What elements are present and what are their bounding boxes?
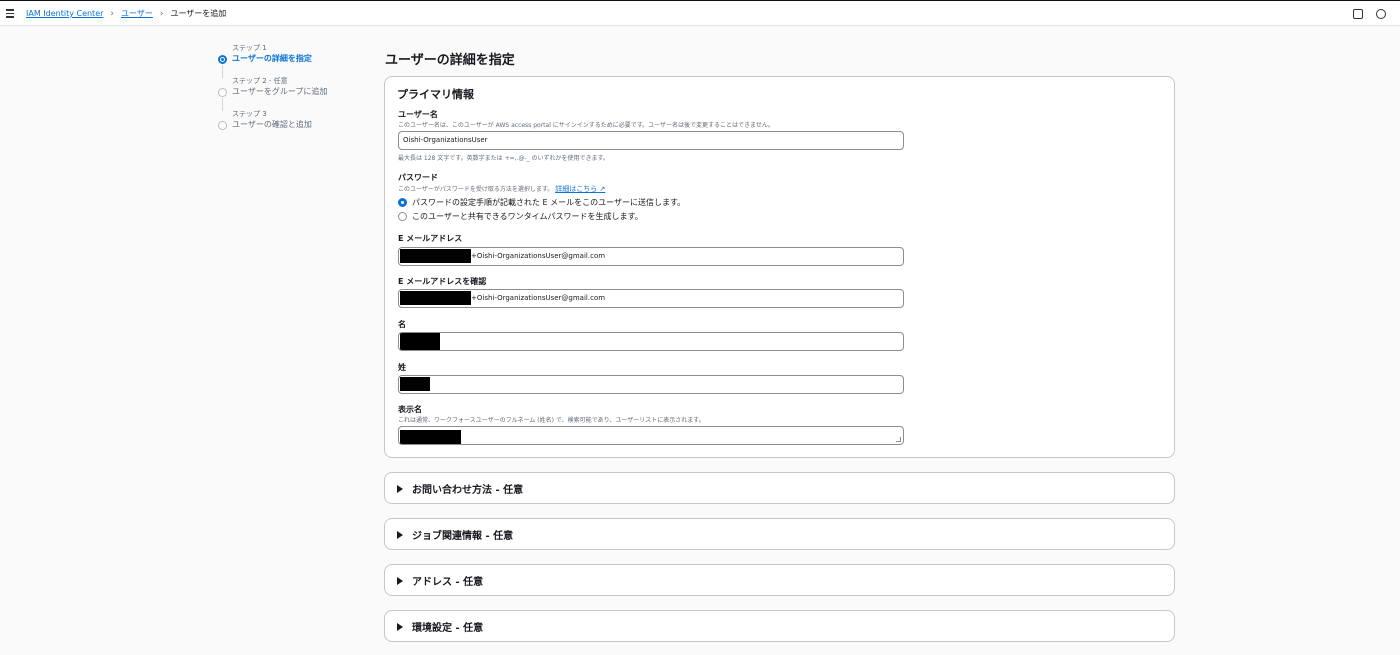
- top-navigation: IAM Identity Center › ユーザー › ユーザーを追加: [0, 0, 1400, 26]
- password-description-text: このユーザーがパスワードを受け取る方法を選択します。: [398, 186, 554, 193]
- email-confirm-input[interactable]: +Oishi-OrganizationsUser@gmail.com: [398, 289, 904, 308]
- step-label: ステップ 2 - 任意: [232, 77, 288, 85]
- step-label: ステップ 3: [232, 110, 267, 118]
- username-input[interactable]: Oishi-OrganizationsUser: [398, 131, 904, 150]
- step-title: ユーザーの確認と追加: [232, 120, 312, 129]
- breadcrumb-users[interactable]: ユーザー: [121, 8, 153, 19]
- section-preferences[interactable]: 環境設定 - 任意: [384, 610, 1175, 642]
- learn-more-text: 詳細はこちら: [555, 185, 598, 193]
- resize-handle[interactable]: [896, 437, 901, 442]
- section-title: お問い合わせ方法 - 任意: [412, 485, 524, 496]
- page-title: ユーザーの詳細を指定: [385, 53, 515, 68]
- username-description: このユーザー名は、このユーザーが AWS access portal にサインイ…: [398, 122, 774, 129]
- breadcrumb-current: ユーザーを追加: [170, 9, 227, 18]
- redacted-block: [400, 377, 430, 391]
- section-title: 環境設定 - 任意: [412, 623, 484, 634]
- primary-info-card: プライマリ情報 ユーザー名 このユーザー名は、このユーザーが AWS acces…: [384, 76, 1175, 458]
- chevron-right-icon: ›: [110, 8, 115, 19]
- settings-icon[interactable]: [1376, 9, 1386, 19]
- redacted-block: [400, 430, 461, 444]
- panel-icon[interactable]: [1353, 9, 1363, 19]
- redacted-block: [400, 291, 471, 305]
- email-label: E メールアドレス: [398, 234, 463, 243]
- password-option-email-label: パスワードの設定手順が記載された E メールをこのユーザーに送信します。: [412, 198, 686, 207]
- caret-right-icon: [397, 623, 403, 631]
- step-3[interactable]: ステップ 3 ユーザーの確認と追加: [218, 110, 368, 143]
- step-2[interactable]: ステップ 2 - 任意 ユーザーをグループに追加: [218, 77, 368, 111]
- password-option-otp-label: このユーザーと共有できるワンタイムパスワードを生成します。: [412, 212, 643, 221]
- display-name-label: 表示名: [398, 405, 422, 414]
- caret-right-icon: [397, 485, 403, 493]
- email-confirm-value-suffix: +Oishi-OrganizationsUser@gmail.com: [471, 294, 606, 302]
- redacted-block: [400, 249, 471, 263]
- display-name-description: これは通常、ワークフォースユーザーのフルネーム (姓名) で、検索可能であり、ユ…: [398, 417, 705, 424]
- first-name-label: 名: [398, 320, 406, 329]
- wizard-steps: ステップ 1 ユーザーの詳細を指定 ステップ 2 - 任意 ユーザーをグループに…: [218, 44, 368, 143]
- section-title: ジョブ関連情報 - 任意: [412, 531, 514, 542]
- radio-button[interactable]: [398, 212, 407, 221]
- step-1[interactable]: ステップ 1 ユーザーの詳細を指定: [218, 44, 368, 78]
- learn-more-link[interactable]: 詳細はこちら ↗: [555, 185, 605, 193]
- email-confirm-label: E メールアドレスを確認: [398, 277, 487, 286]
- email-input[interactable]: +Oishi-OrganizationsUser@gmail.com: [398, 247, 904, 266]
- caret-right-icon: [397, 577, 403, 585]
- step-indicator-icon: [218, 55, 227, 64]
- section-contact-methods[interactable]: お問い合わせ方法 - 任意: [384, 472, 1175, 504]
- password-option-email[interactable]: パスワードの設定手順が記載された E メールをこのユーザーに送信します。: [398, 197, 685, 208]
- step-indicator-icon: [218, 88, 227, 97]
- email-value-suffix: +Oishi-OrganizationsUser@gmail.com: [471, 252, 606, 260]
- username-label: ユーザー名: [398, 110, 438, 119]
- last-name-input[interactable]: [398, 375, 904, 394]
- step-indicator-icon: [218, 121, 227, 130]
- first-name-input[interactable]: [398, 332, 904, 351]
- caret-right-icon: [397, 531, 403, 539]
- section-title: アドレス - 任意: [412, 577, 484, 588]
- menu-icon[interactable]: [6, 9, 14, 18]
- section-address[interactable]: アドレス - 任意: [384, 564, 1175, 596]
- breadcrumb: IAM Identity Center › ユーザー › ユーザーを追加: [26, 8, 226, 19]
- external-link-icon: ↗: [599, 185, 606, 193]
- redacted-block: [400, 333, 440, 350]
- password-label: パスワード: [398, 173, 438, 182]
- breadcrumb-iam-identity-center[interactable]: IAM Identity Center: [26, 9, 103, 18]
- password-description: このユーザーがパスワードを受け取る方法を選択します。 詳細はこちら ↗: [398, 184, 605, 194]
- display-name-input[interactable]: [398, 426, 904, 445]
- username-hint: 最大長は 128 文字です。英数字または +=,.@-_ のいずれかを使用できま…: [398, 155, 609, 162]
- step-title: ユーザーをグループに追加: [232, 87, 328, 96]
- chevron-right-icon: ›: [159, 8, 164, 19]
- section-job-info[interactable]: ジョブ関連情報 - 任意: [384, 518, 1175, 550]
- step-title: ユーザーの詳細を指定: [232, 54, 312, 63]
- primary-info-heading: プライマリ情報: [397, 88, 474, 101]
- step-label: ステップ 1: [232, 44, 267, 52]
- radio-button[interactable]: [398, 198, 407, 207]
- last-name-label: 姓: [398, 363, 406, 372]
- password-option-otp[interactable]: このユーザーと共有できるワンタイムパスワードを生成します。: [398, 211, 643, 222]
